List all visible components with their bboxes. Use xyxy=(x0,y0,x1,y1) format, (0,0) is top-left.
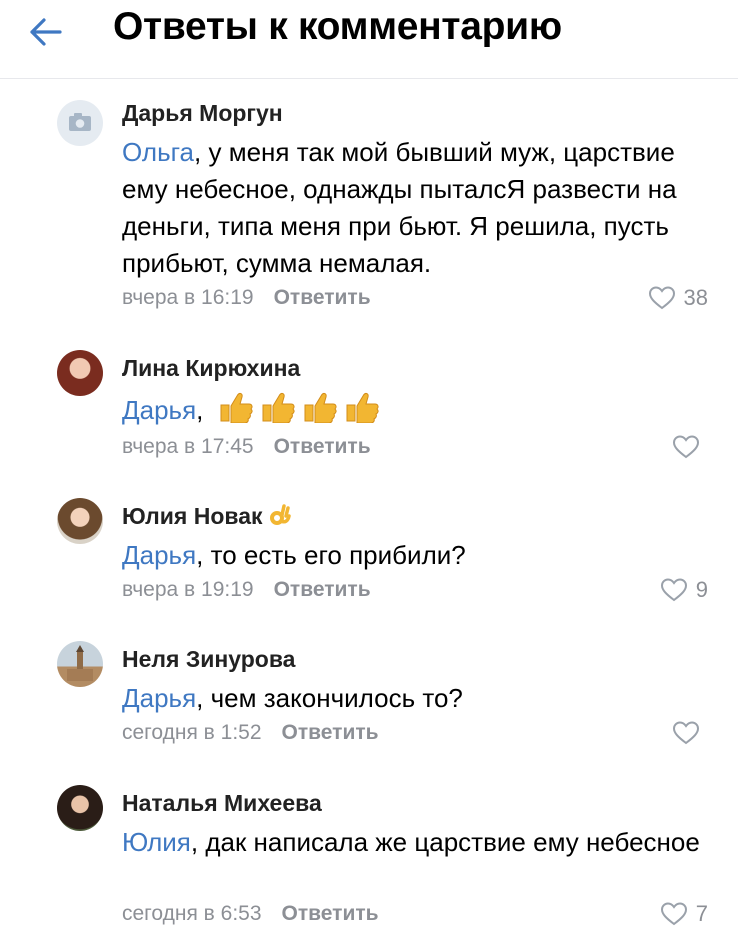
ok-hand-emoji-icon xyxy=(269,504,291,525)
comment-meta: вчера в 17:45 Ответить xyxy=(122,435,371,459)
comment-meta: вчера в 19:19 Ответить xyxy=(122,578,371,602)
comment-text: Дарья, xyxy=(122,389,722,433)
reply-button[interactable]: Ответить xyxy=(274,435,371,458)
heart-icon xyxy=(648,286,675,310)
timestamp: сегодня в 1:52 xyxy=(122,721,262,744)
avatar[interactable] xyxy=(57,498,103,544)
mention-link[interactable]: Юлия xyxy=(122,827,191,857)
mention-link[interactable]: Ольга xyxy=(122,137,194,167)
reply-button[interactable]: Ответить xyxy=(282,721,379,744)
mention-link[interactable]: Дарья xyxy=(122,395,196,425)
camera-placeholder-icon xyxy=(69,113,91,131)
timestamp: вчера в 16:19 xyxy=(122,286,254,309)
page-title: Ответы к комментарию xyxy=(113,5,562,48)
comment-text: Ольга, у меня так мой бывший муж, царств… xyxy=(122,134,722,282)
back-button[interactable] xyxy=(26,12,78,52)
avatar[interactable] xyxy=(57,100,103,146)
like-count: 9 xyxy=(695,577,708,602)
comment-body: , дак написала же царствие ему небесное xyxy=(190,827,700,857)
mention-link[interactable]: Дарья xyxy=(122,683,196,713)
comment-body: , xyxy=(196,395,204,425)
heart-icon xyxy=(672,435,700,459)
timestamp: вчера в 19:19 xyxy=(122,578,254,601)
tower-image-icon xyxy=(67,645,93,681)
heart-icon xyxy=(660,578,687,602)
comment-meta: сегодня в 1:52 Ответить xyxy=(122,721,379,745)
avatar[interactable] xyxy=(57,641,103,687)
avatar[interactable] xyxy=(57,350,103,396)
comment-text: Юлия, дак написала же царствие ему небес… xyxy=(122,824,722,861)
like-button[interactable]: 38 xyxy=(648,284,708,312)
like-button[interactable]: 7 xyxy=(660,900,708,928)
thumbs-up-emoji-icon xyxy=(217,389,387,433)
like-button[interactable] xyxy=(672,719,708,747)
comment-meta: вчера в 16:19 Ответить xyxy=(122,286,371,310)
comment-body: , то есть его прибили? xyxy=(196,540,466,570)
reply-button[interactable]: Ответить xyxy=(274,578,371,601)
arrow-left-icon xyxy=(30,18,62,46)
reply-button[interactable]: Ответить xyxy=(282,902,379,925)
reply-button[interactable]: Ответить xyxy=(274,286,371,309)
comment-author[interactable]: Лина Кирюхина xyxy=(122,355,300,382)
timestamp: сегодня в 6:53 xyxy=(122,902,262,925)
comment-body: , чем закончилось то? xyxy=(196,683,463,713)
comment-meta: сегодня в 6:53 Ответить xyxy=(122,902,379,926)
heart-icon xyxy=(672,721,700,745)
comment-author[interactable]: Юлия Новак xyxy=(122,503,291,530)
like-count: 7 xyxy=(695,901,708,926)
top-bar: Ответы к комментарию xyxy=(0,0,738,79)
comment-text: Дарья, то есть его прибили? xyxy=(122,537,722,574)
like-count: 38 xyxy=(683,285,708,310)
mention-link[interactable]: Дарья xyxy=(122,540,196,570)
like-button[interactable]: 9 xyxy=(660,576,708,604)
author-name: Юлия Новак xyxy=(122,503,263,529)
comment-author[interactable]: Наталья Михеева xyxy=(122,790,322,817)
comment-author[interactable]: Неля Зинурова xyxy=(122,646,295,673)
timestamp: вчера в 17:45 xyxy=(122,435,254,458)
heart-icon xyxy=(660,902,687,926)
comment-text: Дарья, чем закончилось то? xyxy=(122,680,722,717)
avatar[interactable] xyxy=(57,785,103,831)
comment-body: , у меня так мой бывший муж, царствие ем… xyxy=(122,137,677,278)
like-button[interactable] xyxy=(672,433,708,461)
comment-author[interactable]: Дарья Моргун xyxy=(122,100,283,127)
